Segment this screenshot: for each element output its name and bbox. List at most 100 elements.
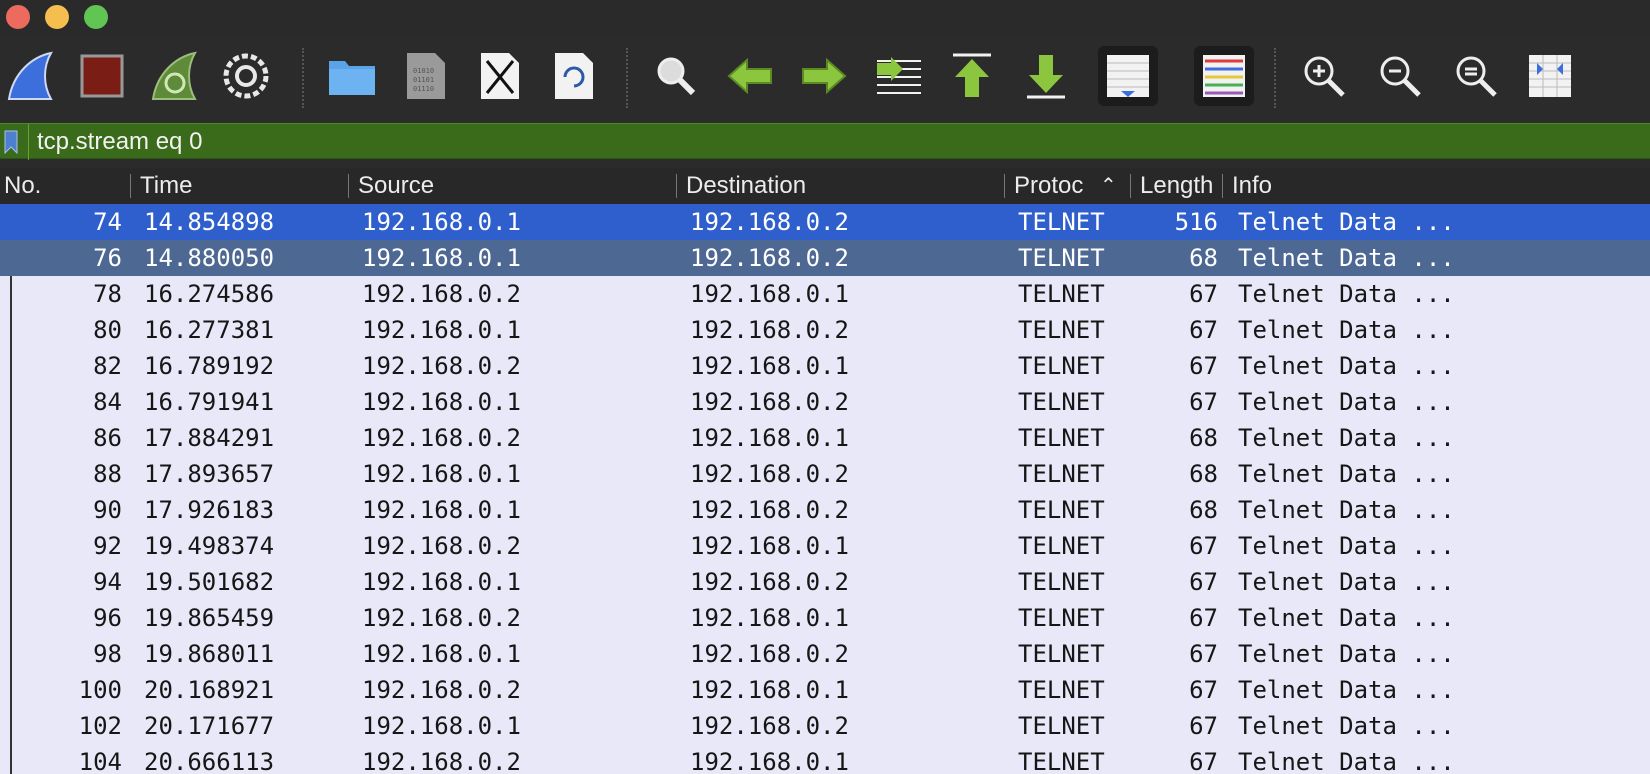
packet-row[interactable]: 104 20.666113 192.168.0.2 192.168.0.1 TELNET… bbox=[0, 744, 1650, 774]
go-back-icon bbox=[727, 57, 772, 95]
column-header-destination[interactable]: Destination bbox=[686, 168, 996, 204]
packet-row[interactable]: 86 17.884291 192.168.0.2 192.168.0.1 TELNET 6… bbox=[0, 420, 1650, 456]
cell-no: 82 bbox=[93, 352, 122, 380]
auto-scroll-button[interactable] bbox=[1098, 46, 1158, 106]
zoom-out-icon bbox=[1380, 56, 1421, 97]
open-file-button[interactable] bbox=[322, 46, 382, 106]
cell-info: Telnet Data ... bbox=[1238, 208, 1455, 236]
cell-destination: 192.168.0.2 bbox=[690, 208, 849, 236]
normal-size-button[interactable] bbox=[1446, 46, 1506, 106]
go-back-button[interactable] bbox=[720, 46, 780, 106]
go-last-packet-button[interactable] bbox=[1016, 46, 1076, 106]
packet-row[interactable]: 80 16.277381 192.168.0.1 192.168.0.2 TELNET 6… bbox=[0, 312, 1650, 348]
packet-row[interactable]: 76 14.880050 192.168.0.1 192.168.0.2 TELNET 6… bbox=[0, 240, 1650, 276]
go-to-packet-button[interactable] bbox=[868, 46, 928, 106]
svg-text:01101: 01101 bbox=[413, 76, 434, 84]
colorize-icon bbox=[1203, 55, 1245, 97]
capture-options-button[interactable] bbox=[216, 46, 276, 106]
packet-row[interactable]: 84 16.791941 192.168.0.1 192.168.0.2 TELNET 6… bbox=[0, 384, 1650, 420]
packet-row[interactable]: 102 20.171677 192.168.0.1 192.168.0.2 TELNET… bbox=[0, 708, 1650, 744]
start-capture-button[interactable] bbox=[0, 46, 60, 106]
cell-time: 17.893657 bbox=[144, 460, 275, 488]
resize-columns-button[interactable] bbox=[1520, 46, 1580, 106]
packet-list: 74 14.854898 192.168.0.1 192.168.0.2 TELNET 5… bbox=[0, 204, 1650, 774]
cell-info: Telnet Data ... bbox=[1238, 640, 1455, 668]
packet-row[interactable]: 92 19.498374 192.168.0.2 192.168.0.1 TELNET 6… bbox=[0, 528, 1650, 564]
go-forward-button[interactable] bbox=[794, 46, 854, 106]
packet-row[interactable]: 90 17.926183 192.168.0.1 192.168.0.2 TELNET 6… bbox=[0, 492, 1650, 528]
packet-row[interactable]: 78 16.274586 192.168.0.2 192.168.0.1 TELNET 6… bbox=[0, 276, 1650, 312]
cell-info: Telnet Data ... bbox=[1238, 604, 1455, 632]
packet-row[interactable]: 88 17.893657 192.168.0.1 192.168.0.2 TELNET 6… bbox=[0, 456, 1650, 492]
cell-destination: 192.168.0.1 bbox=[690, 532, 849, 560]
packet-list-header: No. Time Source Destination Protoc ⌃ Len… bbox=[0, 168, 1650, 205]
minimize-window-button[interactable] bbox=[45, 5, 69, 29]
zoom-out-button[interactable] bbox=[1370, 46, 1430, 106]
packet-row[interactable]: 96 19.865459 192.168.0.2 192.168.0.1 TELNET 6… bbox=[0, 600, 1650, 636]
cell-info: Telnet Data ... bbox=[1238, 388, 1455, 416]
cell-destination: 192.168.0.2 bbox=[690, 496, 849, 524]
cell-no: 102 bbox=[78, 712, 122, 740]
cell-length: 67 bbox=[1189, 748, 1218, 774]
colorize-button[interactable] bbox=[1194, 46, 1254, 106]
packet-row[interactable]: 98 19.868011 192.168.0.1 192.168.0.2 TELNET 6… bbox=[0, 636, 1650, 672]
save-file-button[interactable]: 01010 01101 01110 bbox=[396, 46, 456, 106]
cell-protocol: TELNET bbox=[1018, 316, 1105, 344]
go-first-packet-button[interactable] bbox=[942, 46, 1002, 106]
column-header-length[interactable]: Length bbox=[1140, 168, 1218, 204]
cell-source: 192.168.0.1 bbox=[362, 244, 521, 272]
close-file-button[interactable] bbox=[470, 46, 530, 106]
cell-time: 20.666113 bbox=[144, 748, 275, 774]
auto-scroll-icon bbox=[1107, 55, 1149, 97]
cell-source: 192.168.0.2 bbox=[362, 424, 521, 452]
column-header-info[interactable]: Info bbox=[1232, 168, 1632, 204]
cell-info: Telnet Data ... bbox=[1238, 712, 1455, 740]
cell-protocol: TELNET bbox=[1018, 568, 1105, 596]
capture-options-icon bbox=[223, 53, 269, 99]
cell-no: 76 bbox=[93, 244, 122, 272]
column-header-source[interactable]: Source bbox=[358, 168, 668, 204]
cell-info: Telnet Data ... bbox=[1238, 496, 1455, 524]
cell-protocol: TELNET bbox=[1018, 640, 1105, 668]
display-filter-input[interactable] bbox=[28, 124, 1639, 160]
cell-time: 20.168921 bbox=[144, 676, 275, 704]
go-last-packet-icon bbox=[1027, 55, 1065, 99]
cell-length: 68 bbox=[1189, 496, 1218, 524]
cell-length: 67 bbox=[1189, 604, 1218, 632]
main-toolbar: 01010 01101 01110 bbox=[0, 34, 1650, 122]
column-header-no[interactable]: No. bbox=[4, 168, 124, 204]
zoom-window-button[interactable] bbox=[84, 5, 108, 29]
packet-row[interactable]: 94 19.501682 192.168.0.1 192.168.0.2 TELNET 6… bbox=[0, 564, 1650, 600]
cell-time: 19.868011 bbox=[144, 640, 275, 668]
stop-capture-button[interactable] bbox=[72, 46, 132, 106]
column-header-protocol[interactable]: Protoc bbox=[1014, 168, 1096, 204]
column-header-time[interactable]: Time bbox=[140, 168, 340, 204]
packet-row[interactable]: 82 16.789192 192.168.0.2 192.168.0.1 TELNET 6… bbox=[0, 348, 1650, 384]
cell-length: 67 bbox=[1189, 676, 1218, 704]
close-window-button[interactable] bbox=[6, 5, 30, 29]
cell-length: 68 bbox=[1189, 424, 1218, 452]
packet-row[interactable]: 74 14.854898 192.168.0.1 192.168.0.2 TELNET 5… bbox=[0, 204, 1650, 240]
cell-no: 98 bbox=[93, 640, 122, 668]
cell-info: Telnet Data ... bbox=[1238, 244, 1455, 272]
packet-row[interactable]: 100 20.168921 192.168.0.2 192.168.0.1 TELNET… bbox=[0, 672, 1650, 708]
cell-length: 67 bbox=[1189, 532, 1218, 560]
cell-length: 68 bbox=[1189, 244, 1218, 272]
go-to-packet-icon bbox=[877, 57, 921, 94]
cell-protocol: TELNET bbox=[1018, 388, 1105, 416]
cell-destination: 192.168.0.1 bbox=[690, 280, 849, 308]
cell-time: 16.277381 bbox=[144, 316, 275, 344]
reload-file-button[interactable] bbox=[544, 46, 604, 106]
cell-protocol: TELNET bbox=[1018, 208, 1105, 236]
cell-protocol: TELNET bbox=[1018, 496, 1105, 524]
bookmark-icon[interactable] bbox=[4, 130, 18, 154]
cell-time: 17.884291 bbox=[144, 424, 275, 452]
zoom-in-button[interactable] bbox=[1294, 46, 1354, 106]
find-packet-button[interactable] bbox=[646, 46, 706, 106]
restart-capture-button[interactable] bbox=[144, 46, 204, 106]
cell-length: 67 bbox=[1189, 316, 1218, 344]
cell-destination: 192.168.0.2 bbox=[690, 640, 849, 668]
cell-no: 94 bbox=[93, 568, 122, 596]
cell-protocol: TELNET bbox=[1018, 748, 1105, 774]
go-first-packet-icon bbox=[953, 53, 991, 97]
